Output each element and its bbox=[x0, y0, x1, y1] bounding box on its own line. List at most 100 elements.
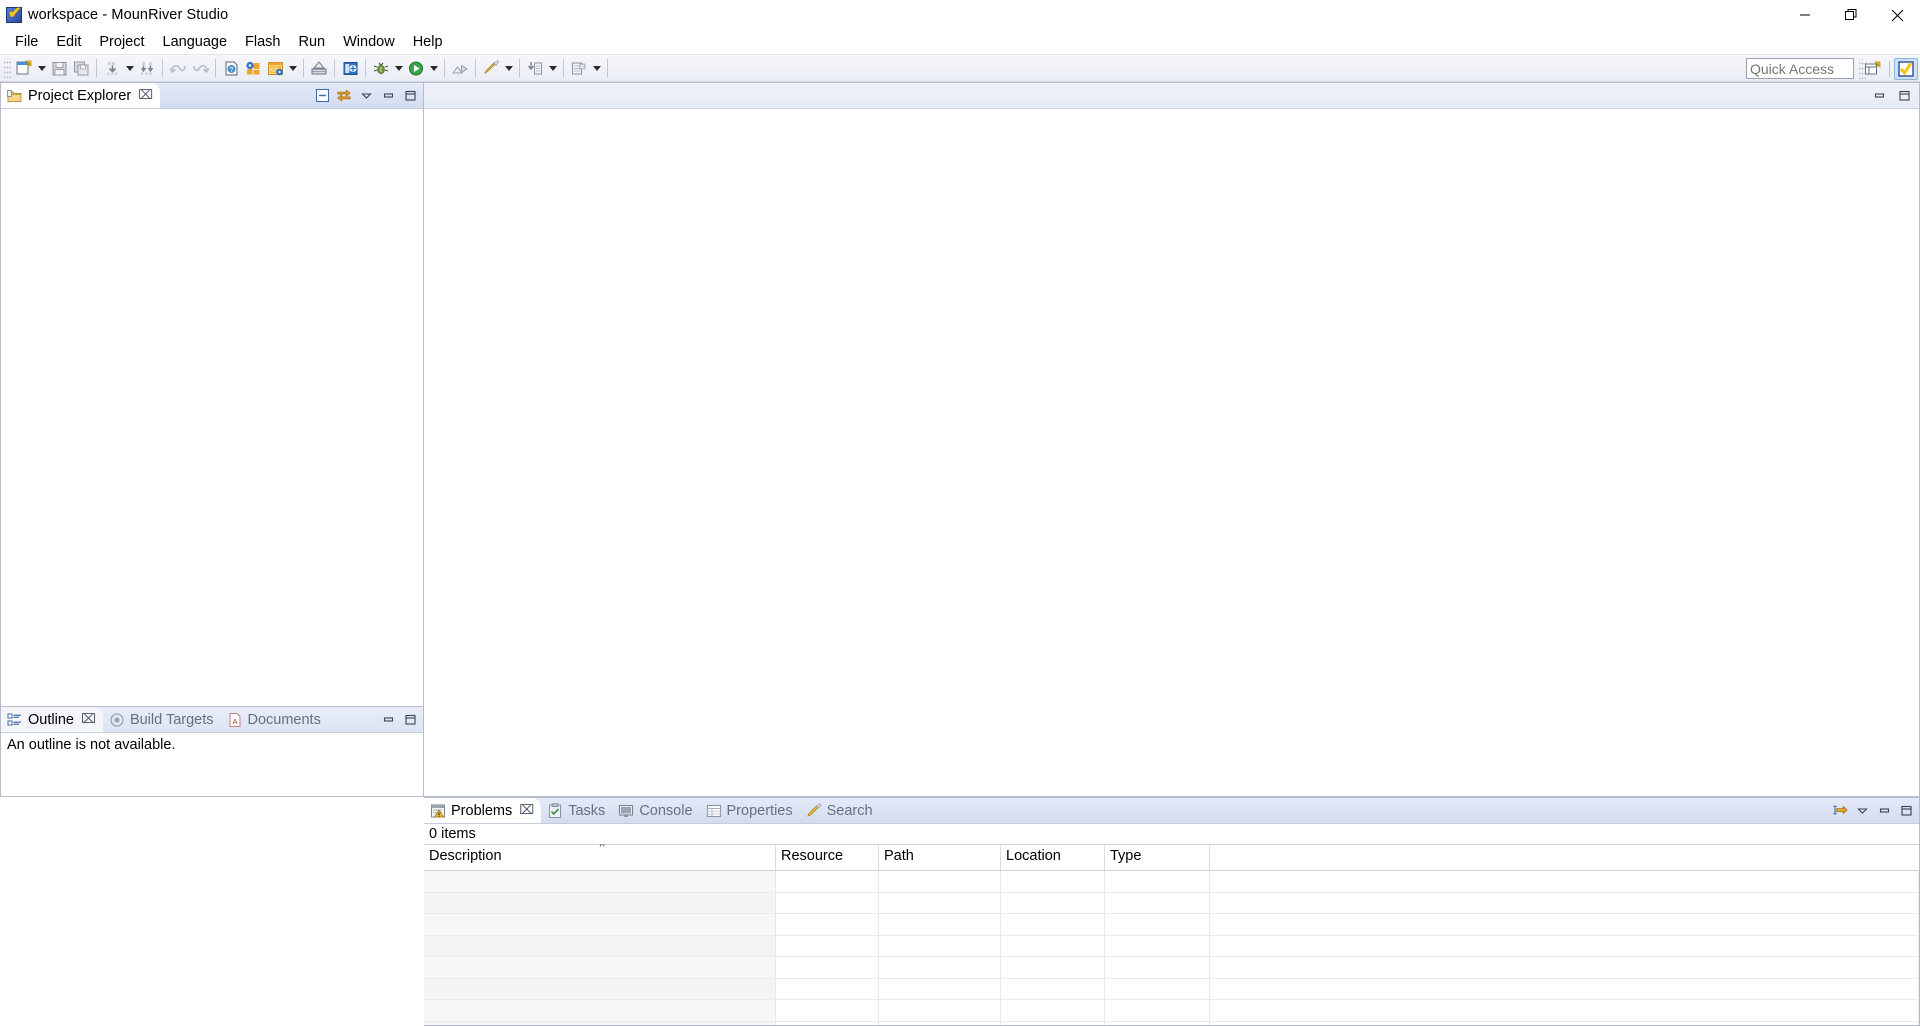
tab-documents[interactable]: A Documents bbox=[221, 707, 328, 732]
tab-console[interactable]: Console bbox=[612, 798, 699, 823]
close-icon[interactable]: ⌧ bbox=[138, 89, 153, 102]
export-dropdown-icon[interactable] bbox=[590, 57, 603, 79]
external-tools-icon[interactable] bbox=[480, 57, 502, 79]
column-header-description[interactable]: Description ^ bbox=[424, 844, 776, 870]
outline-icon bbox=[7, 712, 23, 728]
menu-run[interactable]: Run bbox=[290, 32, 335, 52]
debug-config-icon[interactable] bbox=[339, 57, 361, 79]
table-row[interactable] bbox=[424, 978, 1919, 1000]
new-file-icon[interactable] bbox=[13, 57, 35, 79]
link-with-editor-icon[interactable] bbox=[336, 88, 352, 104]
minimize-view-icon[interactable] bbox=[380, 712, 396, 728]
maximize-view-icon[interactable] bbox=[402, 712, 418, 728]
table-cell bbox=[776, 914, 879, 936]
editor-area bbox=[424, 82, 1920, 797]
toolbar-grip[interactable] bbox=[4, 58, 11, 78]
problems-table[interactable]: Description ^ Resource Path Location Typ… bbox=[424, 844, 1919, 1026]
minimize-view-icon[interactable] bbox=[380, 88, 396, 104]
close-icon[interactable] bbox=[1874, 0, 1920, 30]
run-dropdown-icon[interactable] bbox=[427, 57, 440, 79]
tab-tasks[interactable]: Tasks bbox=[541, 798, 612, 823]
table-cell-filler bbox=[1210, 935, 1919, 957]
view-menu-icon[interactable] bbox=[1854, 803, 1870, 819]
table-row[interactable] bbox=[424, 892, 1919, 914]
minimize-editor-icon[interactable] bbox=[1871, 88, 1887, 104]
help-document-icon[interactable]: ? bbox=[220, 57, 242, 79]
column-header-path[interactable]: Path bbox=[879, 845, 1001, 870]
table-row[interactable] bbox=[424, 935, 1919, 957]
menu-window[interactable]: Window bbox=[334, 32, 404, 52]
new-c-cpp-project-dropdown-icon[interactable] bbox=[286, 57, 299, 79]
minimize-icon[interactable] bbox=[1782, 0, 1828, 30]
tab-label: Outline bbox=[28, 711, 74, 728]
save-icon[interactable] bbox=[48, 57, 70, 79]
debug-dropdown-icon[interactable] bbox=[392, 57, 405, 79]
project-explorer-icon bbox=[7, 88, 23, 104]
save-all-icon[interactable] bbox=[70, 57, 92, 79]
table-cell-filler bbox=[1210, 914, 1919, 936]
debug-bug-icon[interactable] bbox=[370, 57, 392, 79]
table-row[interactable] bbox=[424, 1021, 1919, 1026]
table-cell-filler bbox=[1210, 1000, 1919, 1022]
tab-search[interactable]: Search bbox=[800, 798, 880, 823]
problems-table-rows[interactable] bbox=[424, 871, 1919, 1026]
minimize-view-icon[interactable] bbox=[1876, 803, 1892, 819]
menu-flash[interactable]: Flash bbox=[236, 32, 289, 52]
build-all-icon[interactable] bbox=[136, 57, 158, 79]
view-menu-icon[interactable] bbox=[358, 88, 374, 104]
table-cell bbox=[1105, 871, 1210, 893]
maximize-view-icon[interactable] bbox=[402, 88, 418, 104]
run-icon[interactable] bbox=[405, 57, 427, 79]
build-icon[interactable] bbox=[101, 57, 123, 79]
open-perspective-icon[interactable] bbox=[1861, 58, 1885, 80]
table-row[interactable] bbox=[424, 1000, 1919, 1022]
tab-problems[interactable]: Problems ⌧ bbox=[424, 798, 542, 823]
toolbar-separator bbox=[215, 59, 216, 77]
tab-project-explorer[interactable]: Project Explorer ⌧ bbox=[1, 83, 161, 108]
table-row[interactable] bbox=[424, 914, 1919, 936]
menu-language[interactable]: Language bbox=[154, 32, 237, 52]
redo-icon[interactable] bbox=[189, 57, 211, 79]
menu-help[interactable]: Help bbox=[404, 32, 452, 52]
editor-canvas[interactable] bbox=[424, 110, 1919, 796]
external-tools-dropdown-icon[interactable] bbox=[502, 57, 515, 79]
tab-outline[interactable]: Outline ⌧ bbox=[1, 707, 103, 732]
restore-icon[interactable] bbox=[1828, 0, 1874, 30]
new-file-dropdown-icon[interactable] bbox=[35, 57, 48, 79]
outline-view-stack: Outline ⌧ Build Targets A Documents An o… bbox=[0, 707, 424, 797]
tab-label: Search bbox=[826, 802, 873, 819]
upper-area: Project Explorer ⌧ Outline ⌧ Build Targe… bbox=[0, 82, 1920, 797]
quick-access-input[interactable] bbox=[1746, 58, 1854, 79]
menu-project[interactable]: Project bbox=[90, 32, 153, 52]
maximize-view-icon[interactable] bbox=[1898, 803, 1914, 819]
table-row[interactable] bbox=[424, 957, 1919, 979]
column-header-resource[interactable]: Resource bbox=[776, 845, 879, 870]
export-icon[interactable] bbox=[568, 57, 590, 79]
import-icon[interactable] bbox=[524, 57, 546, 79]
column-header-type[interactable]: Type bbox=[1105, 845, 1210, 870]
undo-icon[interactable] bbox=[167, 57, 189, 79]
download-flash-icon[interactable] bbox=[308, 57, 330, 79]
mounriver-perspective-icon[interactable] bbox=[1894, 58, 1918, 80]
project-explorer-tree[interactable] bbox=[1, 109, 423, 706]
collapse-all-icon[interactable] bbox=[314, 88, 330, 104]
menu-file[interactable]: File bbox=[6, 32, 47, 52]
close-icon[interactable]: ⌧ bbox=[81, 713, 96, 726]
quick-access-area bbox=[1746, 58, 1868, 79]
focus-on-selection-icon[interactable] bbox=[1832, 803, 1848, 819]
maximize-editor-icon[interactable] bbox=[1896, 88, 1912, 104]
build-dropdown-icon[interactable] bbox=[123, 57, 136, 79]
import-dropdown-icon[interactable] bbox=[546, 57, 559, 79]
tab-build-targets[interactable]: Build Targets bbox=[103, 707, 221, 732]
new-c-cpp-project-icon[interactable]: </> bbox=[264, 57, 286, 79]
new-project-icon[interactable] bbox=[242, 57, 264, 79]
main-toolbar: ? </> bbox=[0, 54, 1920, 82]
run-last-tool-icon[interactable] bbox=[449, 57, 471, 79]
table-row[interactable] bbox=[424, 871, 1919, 893]
tab-properties[interactable]: Properties bbox=[700, 798, 800, 823]
table-cell bbox=[776, 957, 879, 979]
table-cell bbox=[776, 871, 879, 893]
menu-edit[interactable]: Edit bbox=[47, 32, 90, 52]
close-icon[interactable]: ⌧ bbox=[519, 804, 534, 817]
column-header-location[interactable]: Location bbox=[1001, 845, 1105, 870]
